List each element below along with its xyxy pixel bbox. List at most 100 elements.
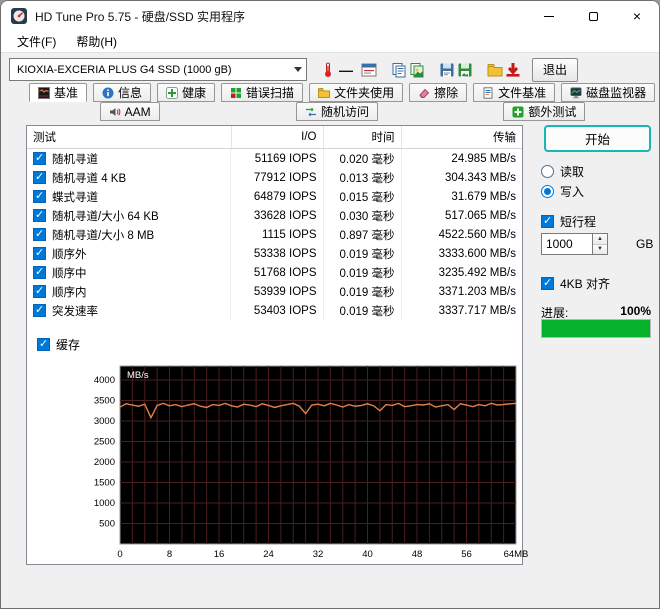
- menu-file[interactable]: 文件(F): [9, 31, 64, 52]
- row-checkbox[interactable]: [33, 209, 46, 222]
- close-button[interactable]: ×: [615, 1, 659, 31]
- time-value: 0.019 毫秒: [323, 282, 402, 301]
- transfer-value: 3371.203 MB/s: [438, 285, 516, 298]
- start-button[interactable]: 开始: [544, 125, 651, 152]
- tab-erase[interactable]: 擦除: [409, 83, 468, 102]
- short-stroke-option[interactable]: 短行程: [541, 213, 596, 230]
- speaker-icon: [109, 107, 121, 116]
- row-checkbox[interactable]: [33, 190, 46, 203]
- svg-text:16: 16: [214, 549, 225, 560]
- test-name: 随机寻道/大小 64 KB: [52, 210, 159, 223]
- table-row: 随机寻道 51169 IOPS 0.020 毫秒 24.985 MB/s: [27, 148, 522, 168]
- error-scan-icon: [231, 87, 242, 98]
- thermometer-icon: [319, 61, 337, 79]
- stepper-up-icon[interactable]: ▲: [593, 234, 607, 244]
- tab-folder-usage[interactable]: 文件夹使用: [309, 83, 404, 102]
- header-test: 测试: [27, 126, 232, 149]
- time-value: 0.013 毫秒: [323, 168, 402, 187]
- io-value: 53338 IOPS: [231, 244, 324, 263]
- align-checkbox[interactable]: [541, 277, 554, 290]
- tab-info[interactable]: 信息: [93, 83, 152, 102]
- folder-export-icon[interactable]: [486, 61, 504, 79]
- io-value: 64879 IOPS: [231, 187, 324, 206]
- row-checkbox[interactable]: [33, 171, 46, 184]
- transfer-value: 31.679 MB/s: [451, 190, 516, 203]
- read-radio[interactable]: [541, 165, 554, 178]
- save-results-icon[interactable]: [504, 61, 522, 79]
- row-checkbox[interactable]: [33, 152, 46, 165]
- row-checkbox[interactable]: [33, 285, 46, 298]
- svg-text:3500: 3500: [94, 396, 115, 407]
- stepper-down-icon[interactable]: ▼: [593, 243, 607, 254]
- row-checkbox[interactable]: [33, 266, 46, 279]
- table-row: 蝶式寻道 64879 IOPS 0.015 毫秒 31.679 MB/s: [27, 187, 522, 206]
- minimize-button[interactable]: [527, 1, 571, 31]
- copy-text-icon[interactable]: [390, 61, 408, 79]
- table-header-row: 测试 I/O 时间 传输: [27, 126, 522, 149]
- write-radio[interactable]: [541, 185, 554, 198]
- chart-canvas: 500 1000 1500 2000 2500 3000 3500 4000 0 8 16 24 32 4…: [94, 365, 528, 560]
- tab-file-benchmark[interactable]: 文件基准: [473, 83, 556, 102]
- align-option[interactable]: 4KB 对齐: [541, 275, 610, 292]
- export-image-icon[interactable]: [456, 61, 474, 79]
- time-value: 0.019 毫秒: [323, 244, 402, 263]
- toolbar: KIOXIA-EXCERIA PLUS G4 SSD (1000 gB) — 退…: [1, 54, 659, 85]
- svg-text:24: 24: [263, 549, 274, 560]
- tab-disk-monitor[interactable]: 磁盘监视器: [561, 83, 656, 102]
- read-option[interactable]: 读取: [541, 163, 584, 180]
- align-label: 4KB 对齐: [560, 277, 611, 291]
- tab-error-scan[interactable]: 错误扫描: [221, 83, 304, 102]
- table-row: 突发速率 53403 IOPS 0.019 毫秒 3337.717 MB/s: [27, 301, 522, 320]
- table-row: 顺序中 51768 IOPS 0.019 毫秒 3235.492 MB/s: [27, 263, 522, 282]
- tab-aam[interactable]: AAM: [99, 102, 160, 121]
- write-option[interactable]: 写入: [541, 183, 584, 200]
- tab-random-access[interactable]: 随机访问: [295, 102, 378, 121]
- test-name: 顺序外: [52, 248, 87, 261]
- cache-checkbox[interactable]: [37, 338, 50, 351]
- read-label: 读取: [560, 165, 585, 179]
- chevron-down-icon: [294, 67, 302, 72]
- copy-image-icon[interactable]: [408, 61, 426, 79]
- row-checkbox[interactable]: [33, 304, 46, 317]
- tab-folder-usage-label: 文件夹使用: [334, 86, 395, 100]
- drive-selector[interactable]: KIOXIA-EXCERIA PLUS G4 SSD (1000 gB): [9, 58, 307, 81]
- menu-bar: 文件(F) 帮助(H): [1, 31, 659, 53]
- short-stroke-label: 短行程: [560, 215, 597, 229]
- tab-benchmark[interactable]: 基准: [29, 83, 88, 102]
- tab-health[interactable]: 健康: [157, 83, 216, 102]
- shuffle-arrows-icon: [305, 107, 316, 116]
- tab-file-benchmark-label: 文件基准: [498, 86, 547, 100]
- plus-icon: [512, 106, 524, 117]
- transfer-value: 517.065 MB/s: [445, 209, 516, 222]
- tab-row-1: 基准 信息 健康 错误扫描 文件夹使用 擦除 文件基准 磁盘监视器: [29, 83, 656, 102]
- capacity-stepper[interactable]: ▲ ▼: [593, 233, 608, 255]
- start-button-label: 开始: [584, 133, 610, 147]
- svg-text:2500: 2500: [94, 437, 115, 448]
- menu-help[interactable]: 帮助(H): [68, 31, 125, 52]
- svg-text:48: 48: [412, 549, 423, 560]
- svg-text:56: 56: [461, 549, 472, 560]
- capacity-input[interactable]: [541, 233, 593, 255]
- row-checkbox[interactable]: [33, 247, 46, 260]
- drive-selector-value: KIOXIA-EXCERIA PLUS G4 SSD (1000 gB): [17, 63, 232, 76]
- transfer-value: 3337.717 MB/s: [438, 304, 516, 317]
- transfer-value: 304.343 MB/s: [445, 171, 516, 184]
- time-value: 0.019 毫秒: [323, 263, 402, 282]
- io-value: 51169 IOPS: [231, 148, 324, 168]
- table-row: 随机寻道 4 KB 77912 IOPS 0.013 毫秒 304.343 MB…: [27, 168, 522, 187]
- file-benchmark-icon: [483, 86, 493, 99]
- svg-text:40: 40: [362, 549, 373, 560]
- svg-text:500: 500: [99, 519, 115, 530]
- transfer-rate-chart: 500 1000 1500 2000 2500 3000 3500 4000 0 8 16 24 32 4…: [57, 360, 528, 567]
- info-panel-icon[interactable]: [360, 61, 378, 79]
- write-label: 写入: [560, 185, 585, 199]
- export-text-icon[interactable]: [438, 61, 456, 79]
- tab-extra-tests[interactable]: 额外测试: [503, 102, 586, 121]
- cache-option[interactable]: 缓存: [37, 336, 80, 353]
- table-row: 顺序外 53338 IOPS 0.019 毫秒 3333.600 MB/s: [27, 244, 522, 263]
- short-stroke-checkbox[interactable]: [541, 215, 554, 228]
- maximize-icon: [588, 11, 598, 21]
- maximize-button[interactable]: [571, 1, 615, 31]
- row-checkbox[interactable]: [33, 228, 46, 241]
- exit-button[interactable]: 退出: [532, 57, 578, 82]
